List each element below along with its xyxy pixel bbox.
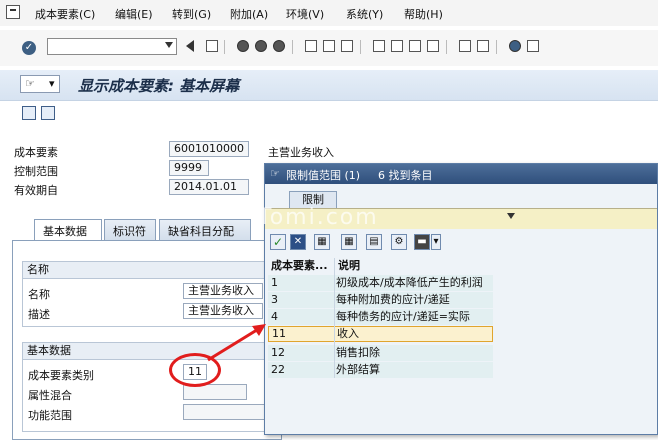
valid-from-field: 2014.01.01 bbox=[169, 179, 249, 195]
list-item[interactable]: 1 初级成本/成本降低产生的利润 bbox=[268, 275, 493, 291]
toolbar-separator bbox=[496, 40, 497, 54]
first-page-icon[interactable] bbox=[373, 40, 385, 52]
cancel-x-icon[interactable]: ✕ bbox=[290, 234, 306, 250]
settings-icon[interactable]: ⚙ bbox=[391, 234, 407, 250]
description-field[interactable]: 主营业务收入 bbox=[183, 303, 263, 319]
find-next-icon[interactable] bbox=[341, 40, 353, 52]
tab-indicators[interactable]: 标识符 bbox=[104, 219, 156, 241]
popup-found-count: 6 找到条目 bbox=[378, 169, 433, 182]
command-field[interactable] bbox=[47, 38, 177, 55]
list-item-selected[interactable]: 11 收入 bbox=[268, 326, 493, 342]
title-menu-button[interactable]: ☞ ▾ bbox=[20, 75, 60, 93]
menu-extras[interactable]: 附加(A) bbox=[230, 6, 268, 22]
cost-element-desc: 主营业务收入 bbox=[268, 146, 334, 159]
toolbar-separator bbox=[224, 40, 225, 54]
row-category: 1 bbox=[271, 276, 278, 289]
change-display-icon[interactable] bbox=[22, 106, 36, 120]
toolbar-separator bbox=[446, 40, 447, 54]
row-description: 初级成本/成本降低产生的利润 bbox=[336, 276, 483, 289]
row-description: 每种附加费的应计/递延 bbox=[336, 293, 450, 306]
back-arrow-icon[interactable] bbox=[186, 40, 194, 52]
chevron-down-icon[interactable]: ▾ bbox=[431, 234, 441, 250]
toolbar-separator bbox=[360, 40, 361, 54]
previous-page-icon[interactable] bbox=[391, 40, 403, 52]
row-description: 外部结算 bbox=[336, 363, 380, 376]
page-title: 显示成本要素: 基本屏幕 bbox=[78, 77, 240, 95]
back-icon[interactable] bbox=[237, 40, 249, 52]
last-page-icon[interactable] bbox=[427, 40, 439, 52]
row-description: 收入 bbox=[337, 327, 359, 340]
list-item[interactable]: 22 外部结算 bbox=[268, 362, 493, 378]
continue-check-icon[interactable]: ✓ bbox=[270, 234, 286, 250]
row-description: 每种债务的应计/递延=实际 bbox=[336, 310, 470, 323]
enter-check-icon[interactable]: ✓ bbox=[22, 41, 36, 55]
chevron-down-icon: ▾ bbox=[49, 77, 55, 90]
find-icon[interactable]: ▦ bbox=[314, 234, 330, 250]
menu-edit[interactable]: 编辑(E) bbox=[115, 6, 153, 22]
attribute-mix-label: 属性混合 bbox=[28, 389, 72, 402]
tab-default-account-assignment[interactable]: 缺省科目分配 bbox=[159, 219, 251, 241]
name-field[interactable]: 主营业务收入 bbox=[183, 283, 263, 299]
column-header-category[interactable]: 成本要素... bbox=[271, 258, 328, 274]
description-label: 描述 bbox=[28, 308, 50, 321]
exit-icon[interactable] bbox=[255, 40, 267, 52]
cost-element-label: 成本要素 bbox=[14, 146, 58, 159]
menu-help[interactable]: 帮助(H) bbox=[404, 6, 443, 22]
functional-area-label: 功能范围 bbox=[28, 409, 72, 422]
row-category: 3 bbox=[271, 293, 278, 306]
column-divider bbox=[334, 258, 335, 378]
chevron-down-icon[interactable] bbox=[507, 213, 515, 219]
next-page-icon[interactable] bbox=[409, 40, 421, 52]
watermark: Tomi.com bbox=[258, 205, 379, 230]
toolbar-separator bbox=[292, 40, 293, 54]
controlling-area-label: 控制范围 bbox=[14, 165, 58, 178]
popup-title: 限制值范围 (1) bbox=[286, 169, 361, 182]
names-group-title: 名称 bbox=[23, 262, 273, 279]
cost-element-category-label: 成本要素类别 bbox=[28, 369, 94, 382]
valid-from-label: 有效期自 bbox=[14, 184, 58, 197]
tab-basic-data[interactable]: 基本数据 bbox=[34, 219, 102, 241]
search-icon[interactable] bbox=[41, 106, 55, 120]
name-label: 名称 bbox=[28, 288, 50, 301]
list-item[interactable]: 12 销售扣除 bbox=[268, 345, 493, 361]
cancel-icon[interactable] bbox=[273, 40, 285, 52]
new-session-icon[interactable] bbox=[459, 40, 471, 52]
menu-environment[interactable]: 环境(V) bbox=[286, 6, 324, 22]
print-icon[interactable] bbox=[305, 40, 317, 52]
cost-element-field: 6001010000 bbox=[169, 141, 249, 157]
find-next-icon[interactable]: ▦ bbox=[341, 234, 357, 250]
row-category: 4 bbox=[271, 310, 278, 323]
find-icon[interactable] bbox=[323, 40, 335, 52]
window-menu-icon[interactable] bbox=[6, 5, 20, 19]
list-item[interactable]: 3 每种附加费的应计/递延 bbox=[268, 292, 493, 308]
customize-layout-icon[interactable] bbox=[527, 40, 539, 52]
list-item[interactable]: 4 每种债务的应计/递延=实际 bbox=[268, 309, 493, 325]
sort-icon[interactable]: ▤ bbox=[366, 234, 382, 250]
popup-window-icon: ☞ bbox=[270, 167, 280, 180]
row-category: 22 bbox=[271, 363, 285, 376]
functional-area-field[interactable] bbox=[183, 404, 273, 420]
print-icon[interactable]: ▬ bbox=[414, 234, 430, 250]
shortcut-icon[interactable] bbox=[477, 40, 489, 52]
save-icon[interactable] bbox=[206, 40, 218, 52]
help-icon[interactable] bbox=[509, 40, 521, 52]
chevron-down-icon[interactable] bbox=[165, 42, 173, 48]
row-category: 12 bbox=[271, 346, 285, 359]
menu-bar bbox=[0, 0, 658, 26]
row-category: 11 bbox=[272, 327, 286, 340]
menu-cost-element[interactable]: 成本要素(C) bbox=[35, 6, 95, 22]
screen-icon: ☞ bbox=[25, 77, 35, 90]
annotation-arrow bbox=[207, 324, 266, 362]
column-header-description[interactable]: 说明 bbox=[338, 258, 360, 274]
menu-system[interactable]: 系统(Y) bbox=[346, 6, 383, 22]
controlling-area-field: 9999 bbox=[169, 160, 209, 176]
menu-goto[interactable]: 转到(G) bbox=[172, 6, 211, 22]
row-description: 销售扣除 bbox=[336, 346, 380, 359]
